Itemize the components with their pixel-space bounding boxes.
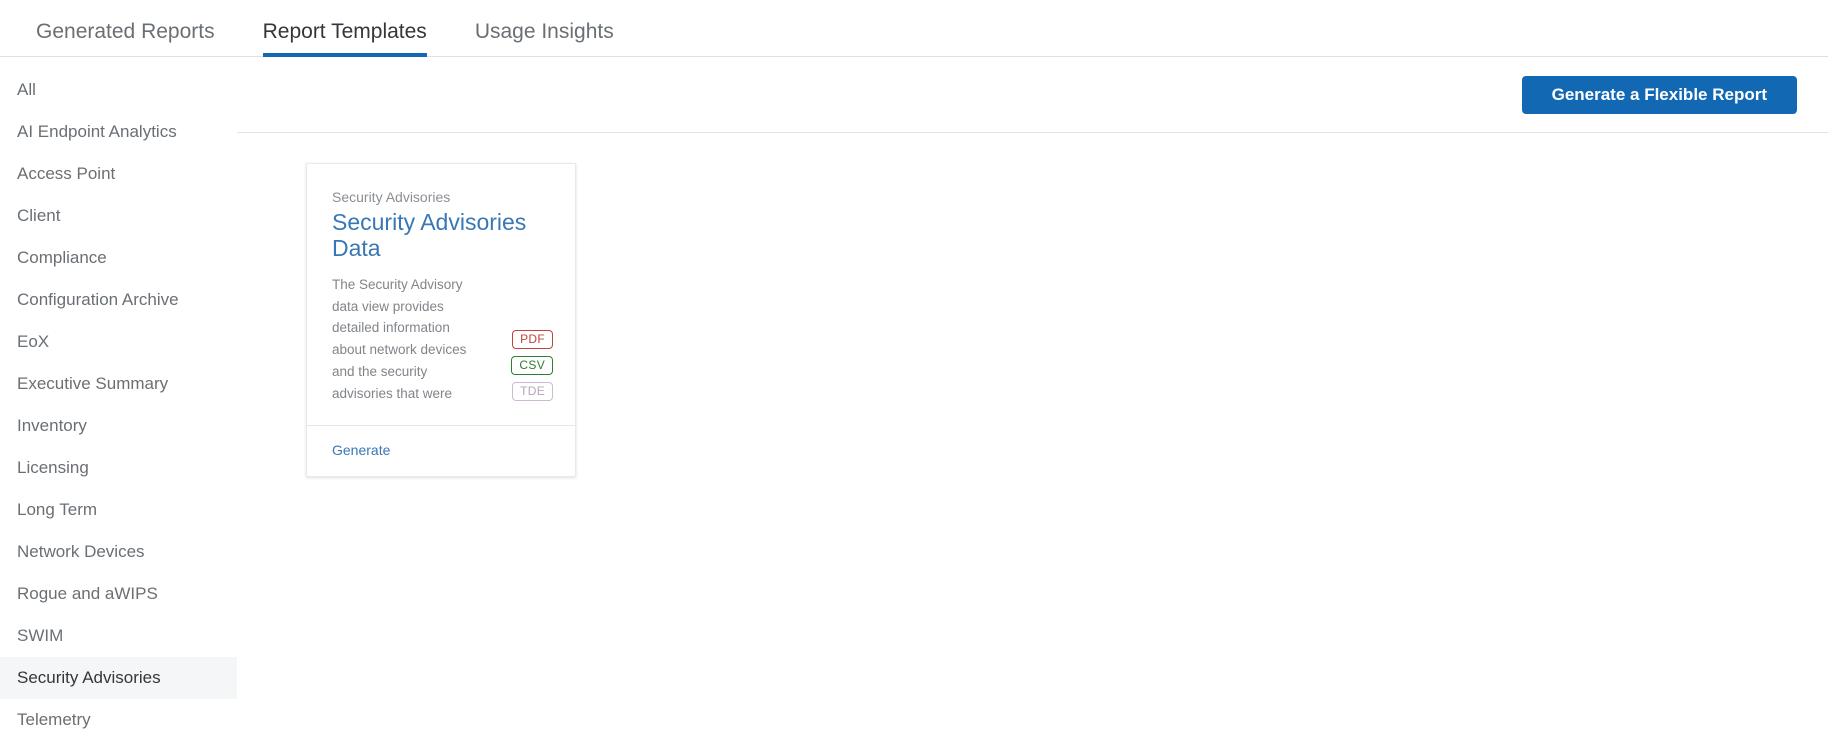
tab-label: Usage Insights xyxy=(474,20,614,43)
report-template-card[interactable]: Security Advisories Security Advisories … xyxy=(306,163,576,477)
tab-report-templates[interactable]: Report Templates xyxy=(239,20,451,57)
sidebar-item-telemetry[interactable]: Telemetry xyxy=(0,699,237,741)
tab-label: Generated Reports xyxy=(36,20,215,43)
tab-usage-insights[interactable]: Usage Insights xyxy=(451,21,638,56)
sidebar-item-label: Rogue and aWIPS xyxy=(17,584,158,603)
format-badge-csv[interactable]: CSV xyxy=(511,355,553,375)
card-description: The Security Advisory data view provides… xyxy=(332,276,467,401)
sidebar-item-label: Client xyxy=(17,206,61,225)
tab-bar: Generated Reports Report Templates Usage… xyxy=(0,0,1828,57)
sidebar-item-all[interactable]: All xyxy=(0,69,237,111)
card-category-label: Security Advisories xyxy=(332,189,451,205)
sidebar-item-label: Telemetry xyxy=(17,710,91,729)
card-body: Security Advisories Security Advisories … xyxy=(307,164,575,426)
sidebar-item-label: Security Advisories xyxy=(17,668,161,687)
sidebar-item-label: Long Term xyxy=(17,500,98,519)
sidebar-item-security-advisories[interactable]: Security Advisories xyxy=(0,657,237,699)
sidebar-item-client[interactable]: Client xyxy=(0,195,237,237)
sidebar-item-label: EoX xyxy=(17,332,50,351)
sidebar-item-label: All xyxy=(17,80,36,99)
template-card-grid: Security Advisories Security Advisories … xyxy=(237,133,1828,477)
page-content: All AI Endpoint Analytics Access Point C… xyxy=(0,57,1828,740)
card-generate-link[interactable]: Generate xyxy=(332,442,390,458)
sidebar-item-label: Network Devices xyxy=(17,542,145,561)
format-badge-tde[interactable]: TDE xyxy=(512,381,553,401)
sidebar-item-long-term[interactable]: Long Term xyxy=(0,489,237,531)
category-sidebar: All AI Endpoint Analytics Access Point C… xyxy=(0,57,237,740)
sidebar-item-label: Executive Summary xyxy=(17,374,169,393)
card-title-link[interactable]: Security Advisories Data xyxy=(332,209,550,262)
sidebar-item-label: AI Endpoint Analytics xyxy=(17,122,177,141)
sidebar-item-eox[interactable]: EoX xyxy=(0,321,237,363)
sidebar-item-inventory[interactable]: Inventory xyxy=(0,405,237,447)
tab-label: Report Templates xyxy=(262,20,427,43)
generate-flexible-report-button[interactable]: Generate a Flexible Report xyxy=(1521,75,1797,114)
main-panel: Generate a Flexible Report Security Advi… xyxy=(237,57,1828,740)
tab-generated-reports[interactable]: Generated Reports xyxy=(12,21,239,56)
card-footer: Generate xyxy=(307,426,575,476)
sidebar-item-swim[interactable]: SWIM xyxy=(0,615,237,657)
format-badge-pdf[interactable]: PDF xyxy=(512,329,553,349)
sidebar-item-label: Licensing xyxy=(17,458,89,477)
main-toolbar: Generate a Flexible Report xyxy=(237,57,1828,133)
sidebar-item-licensing[interactable]: Licensing xyxy=(0,447,237,489)
sidebar-item-compliance[interactable]: Compliance xyxy=(0,237,237,279)
sidebar-item-rogue-and-awips[interactable]: Rogue and aWIPS xyxy=(0,573,237,615)
sidebar-item-label: SWIM xyxy=(17,626,64,645)
sidebar-item-label: Configuration Archive xyxy=(17,290,179,309)
sidebar-item-access-point[interactable]: Access Point xyxy=(0,153,237,195)
sidebar-item-label: Access Point xyxy=(17,164,116,183)
sidebar-item-network-devices[interactable]: Network Devices xyxy=(0,531,237,573)
format-badge-group: PDF CSV TDE xyxy=(511,329,553,401)
sidebar-item-ai-endpoint-analytics[interactable]: AI Endpoint Analytics xyxy=(0,111,237,153)
sidebar-item-label: Compliance xyxy=(17,248,107,267)
sidebar-item-executive-summary[interactable]: Executive Summary xyxy=(0,363,237,405)
sidebar-item-configuration-archive[interactable]: Configuration Archive xyxy=(0,279,237,321)
sidebar-item-label: Inventory xyxy=(17,416,87,435)
